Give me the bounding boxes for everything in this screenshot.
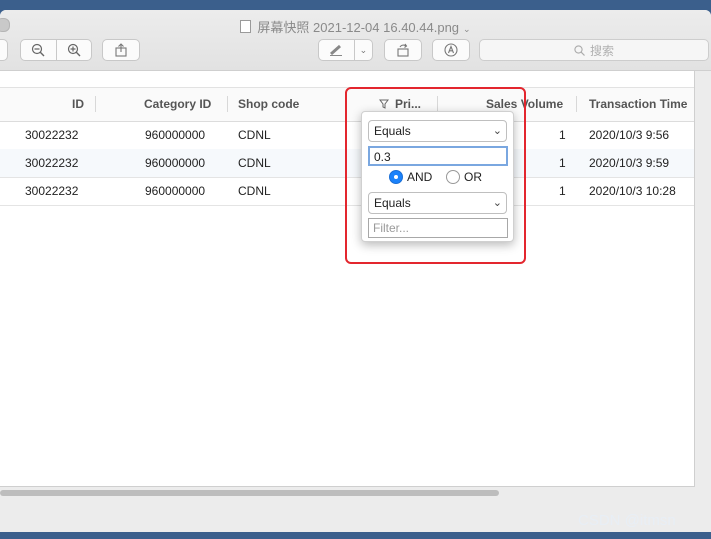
cell-sales-volume: 1 [559,184,566,198]
zoom-out-icon[interactable] [21,40,57,60]
search-icon [574,44,585,56]
pen-icon[interactable] [319,40,355,60]
column-header-category-id[interactable]: Category ID [144,88,211,121]
cell-transaction-time: 2020/10/3 10:28 [589,184,676,198]
markup-button-group[interactable]: ⌄ [318,39,373,61]
title-bar: 屏幕快照 2021-12-04 16.40.44.png ⌄ ⌄ 搜索 [0,10,711,71]
column-header-shop-code[interactable]: Shop code [238,88,299,121]
watermark: CSDN @itmsn [578,512,676,529]
desktop-background [0,532,711,539]
cell-category-id: 960000000 [145,184,206,198]
zoom-button-group [20,39,92,61]
cell-shop-code: CDNL [238,156,271,170]
cell-transaction-time: 2020/10/3 9:59 [589,156,670,170]
highlight-box [345,87,526,264]
zoom-in-icon[interactable] [57,40,92,60]
cell-id: 30022232 [25,184,79,198]
column-separator [95,96,96,112]
share-icon [115,43,127,57]
window-title[interactable]: 屏幕快照 2021-12-04 16.40.44.png ⌄ [0,17,711,36]
horizontal-scrollbar[interactable] [0,490,499,496]
search-placeholder: 搜索 [589,43,614,58]
cell-shop-code: CDNL [238,184,271,198]
markup-circle-icon [444,43,458,57]
cell-transaction-time: 2020/10/3 9:56 [589,128,670,142]
rotate-icon [397,43,409,57]
annotate-button[interactable] [432,39,470,61]
cell-shop-code: CDNL [238,128,271,142]
column-header-id[interactable]: ID [72,88,84,121]
cell-category-id: 960000000 [145,128,206,142]
cell-sales-volume: 1 [559,156,566,170]
cell-sales-volume: 1 [559,128,566,142]
share-button[interactable] [102,39,140,61]
cell-id: 30022232 [25,128,79,142]
column-header-transaction-time[interactable]: Transaction Time [589,88,687,121]
toolbar-button-partial[interactable] [0,39,8,61]
rotate-button[interactable] [384,39,422,61]
chevron-down-icon[interactable]: ⌄ [355,45,372,56]
cell-id: 30022232 [25,156,79,170]
cell-category-id: 960000000 [145,156,206,170]
column-separator [227,96,228,112]
file-icon [240,20,252,33]
column-separator [576,96,577,112]
search-field[interactable]: 搜索 [479,39,709,61]
window-title-text: 屏幕快照 2021-12-04 16.40.44.png [257,20,460,35]
chevron-down-icon[interactable]: ⌄ [463,24,471,34]
